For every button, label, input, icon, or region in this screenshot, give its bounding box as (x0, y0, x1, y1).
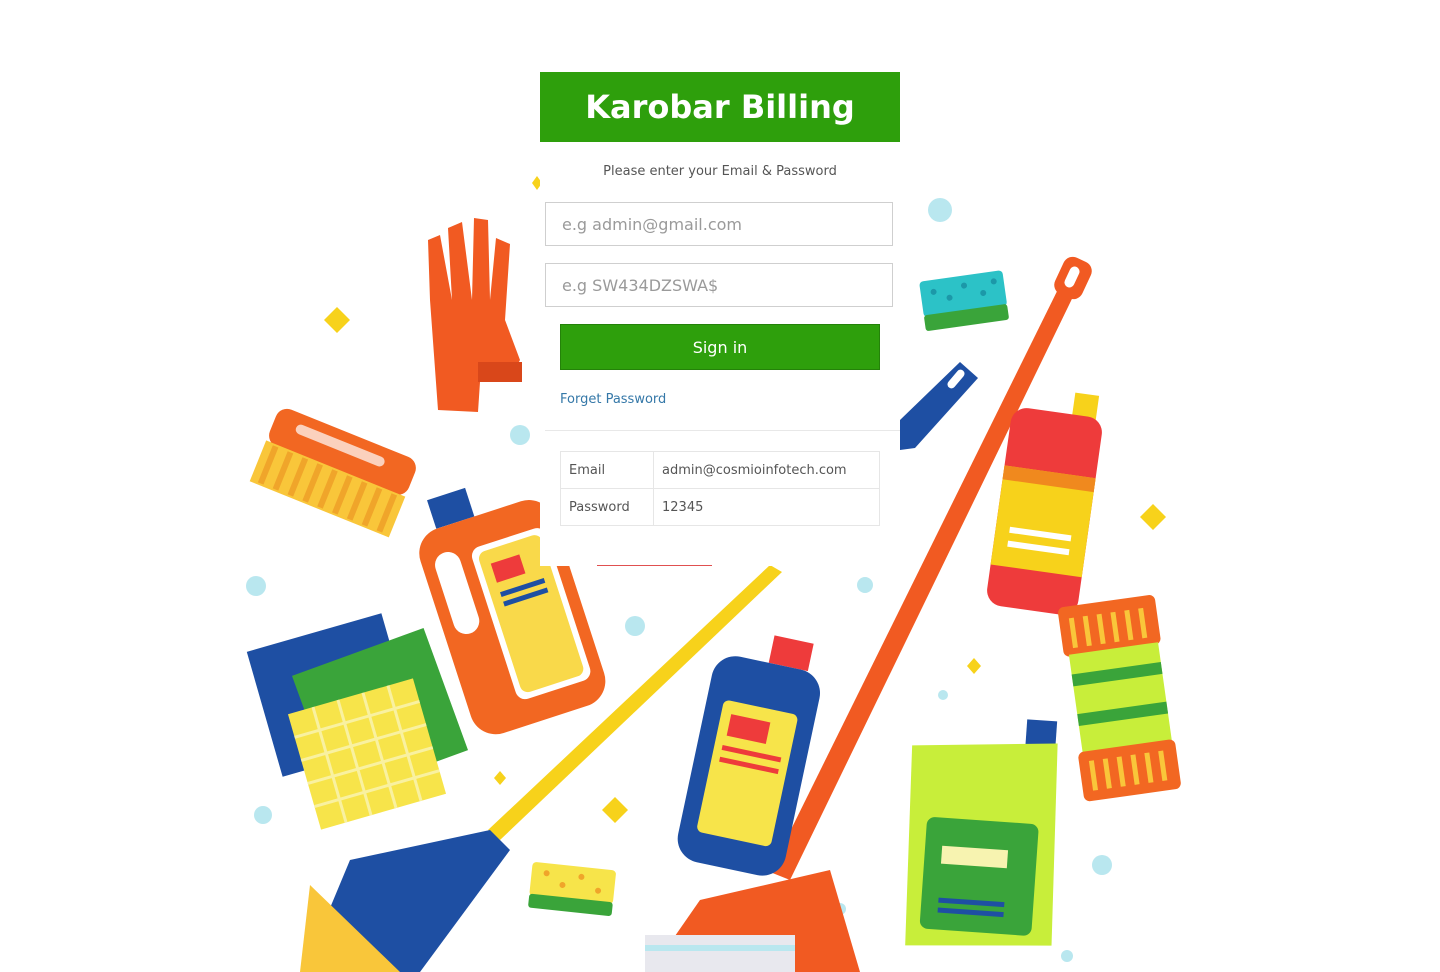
mop-icon (900, 362, 978, 450)
accent-line (597, 565, 712, 566)
login-instructions: Please enter your Email & Password (603, 164, 837, 179)
forget-password-link[interactable]: Forget Password (560, 392, 666, 407)
divider (545, 430, 900, 431)
cleaning-cloth-icon (246, 613, 469, 830)
sponge-icon (919, 270, 1009, 331)
password-field[interactable] (545, 263, 893, 307)
detergent-bottle-icon (905, 719, 1058, 946)
scrub-brush-icon (249, 408, 416, 538)
login-card: Karobar Billing Please enter your Email … (540, 72, 900, 566)
credential-value: admin@cosmioinfotech.com (653, 451, 880, 489)
table-row: Password 12345 (560, 488, 880, 526)
table-row: Email admin@cosmioinfotech.com (560, 451, 880, 489)
credential-label: Email (560, 451, 654, 489)
detergent-bottle-icon (1058, 595, 1181, 802)
app-title: Karobar Billing (585, 88, 855, 126)
sponge-icon (528, 862, 616, 916)
rubber-glove-icon (428, 218, 522, 412)
credential-label: Password (560, 488, 654, 526)
email-field[interactable] (545, 202, 893, 246)
credential-value: 12345 (653, 488, 880, 526)
demo-credentials-table: Email admin@cosmioinfotech.com Password … (560, 451, 880, 526)
sign-in-button[interactable]: Sign in (560, 324, 880, 370)
brand-header: Karobar Billing (540, 72, 900, 142)
